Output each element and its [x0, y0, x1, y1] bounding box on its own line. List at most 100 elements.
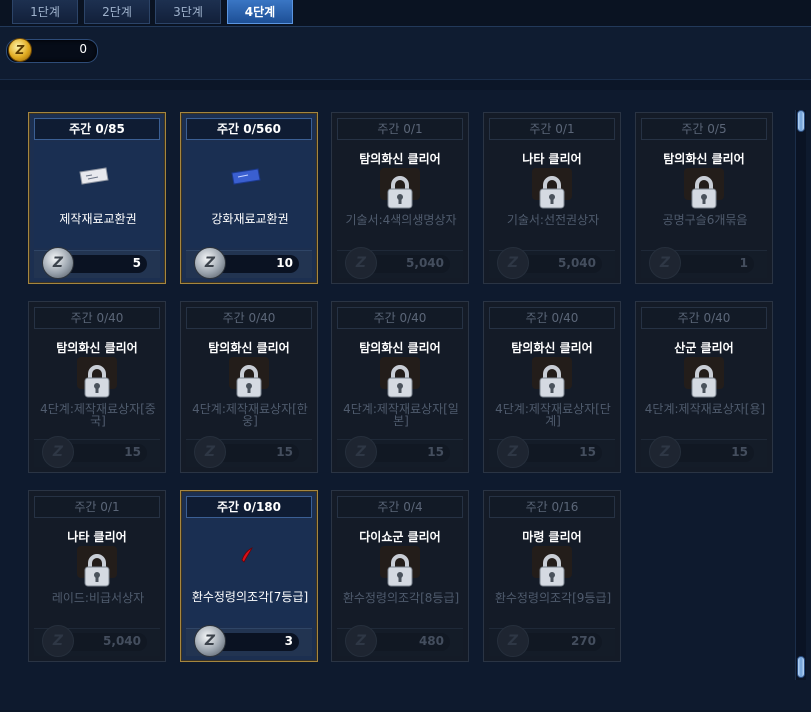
price-value: 5,040	[406, 256, 444, 270]
price-value: 15	[731, 445, 748, 459]
weekly-limit: 주간 0/5	[641, 118, 767, 140]
shop-item-card: 주간 0/5 탐의화신 클리어공명구슬6개묶음 Z 1	[635, 112, 773, 284]
silver-coin-icon: Z	[497, 436, 529, 468]
lock-icon	[387, 365, 413, 398]
unlock-condition: 다이쇼군 클리어	[359, 530, 441, 544]
weekly-limit: 주간 0/1	[337, 118, 463, 140]
item-name: 강화재료교환권	[211, 212, 289, 226]
unlock-condition: 나타 클리어	[522, 152, 582, 166]
lock-icon	[539, 554, 565, 587]
price-value: 5	[132, 256, 141, 270]
unlock-condition: 탐의화신 클리어	[359, 341, 441, 355]
item-name: 4단계:제작재료상자[중국]	[40, 402, 156, 428]
item-name: 환수정령의조각[7등급]	[191, 590, 309, 604]
silver-coin-icon: Z	[497, 247, 529, 279]
weekly-limit: 주간 0/560	[186, 118, 312, 140]
lock-icon	[84, 554, 110, 587]
shop-item-card[interactable]: 주간 0/560 강화재료교환권 Z 10	[180, 112, 318, 284]
shop-item-card[interactable]: 주간 0/180 환수정령의조각[7등급] Z 3	[180, 490, 318, 662]
item-name: 환수정령의조각[8등급]	[342, 591, 460, 605]
unlock-condition: 산군 클리어	[674, 341, 734, 355]
scrollbar[interactable]	[795, 110, 806, 680]
red-feather-icon	[241, 547, 253, 563]
gold-coin-icon: Z	[8, 38, 32, 62]
unlock-condition: 탐의화신 클리어	[511, 341, 593, 355]
item-name: 기술서:4색의생명상자	[345, 213, 457, 227]
weekly-limit: 주간 0/40	[34, 307, 160, 329]
item-name: 공명구슬6개묶음	[662, 213, 748, 227]
item-name: 4단계:제작재료상자[단계]	[495, 402, 611, 428]
price-value: 480	[418, 634, 444, 648]
price-value: 1	[739, 256, 748, 270]
shop-item-card: 주간 0/40 탐의화신 클리어 4단계:제작재료상자[한웅] Z 15	[180, 301, 318, 473]
shop-window: 1단계 2단계 3단계 4단계 Z 0 주간 0/85 제작재료교환권 Z 5 주간 0…	[0, 0, 811, 712]
price-value: 5,040	[103, 634, 141, 648]
item-name: 4단계:제작재료상자[일본]	[343, 402, 459, 428]
shop-item-card: 주간 0/4 다이쇼군 클리어환수정령의조각[8등급] Z 480	[331, 490, 469, 662]
price-value: 15	[427, 445, 444, 459]
item-name: 환수정령의조각[9등급]	[494, 591, 612, 605]
price-value: 10	[276, 256, 293, 270]
tab-bar: 1단계 2단계 3단계 4단계	[0, 0, 811, 26]
silver-coin-icon: Z	[42, 247, 74, 279]
tab-stage-2[interactable]: 2단계	[84, 0, 150, 24]
currency-value: 0	[79, 42, 87, 56]
price-value: 3	[284, 634, 293, 648]
silver-coin-icon: Z	[42, 436, 74, 468]
silver-coin-icon: Z	[42, 625, 74, 657]
shop-item-card: 주간 0/40 탐의화신 클리어 4단계:제작재료상자[단계] Z 15	[483, 301, 621, 473]
weekly-limit: 주간 0/180	[186, 496, 312, 518]
silver-coin-icon: Z	[497, 625, 529, 657]
weekly-limit: 주간 0/40	[641, 307, 767, 329]
silver-coin-icon: Z	[649, 247, 681, 279]
currency-bar	[0, 26, 811, 80]
weekly-limit: 주간 0/40	[489, 307, 615, 329]
item-name: 4단계:제작재료상자[한웅]	[192, 402, 308, 428]
shop-item-card: 주간 0/40 탐의화신 클리어 4단계:제작재료상자[일본] Z 15	[331, 301, 469, 473]
lock-icon	[387, 176, 413, 209]
silver-coin-icon: Z	[194, 625, 226, 657]
tab-stage-3[interactable]: 3단계	[155, 0, 221, 24]
item-name: 레이드:비급서상자	[51, 591, 145, 605]
lock-icon	[236, 365, 262, 398]
shop-item-card: 주간 0/1 나타 클리어레이드:비급서상자 Z 5,040	[28, 490, 166, 662]
silver-coin-icon: Z	[345, 436, 377, 468]
lock-icon	[539, 176, 565, 209]
unlock-condition: 나타 클리어	[67, 530, 127, 544]
price-value: 15	[124, 445, 141, 459]
shop-item-card: 주간 0/1 탐의화신 클리어기술서:4색의생명상자 Z 5,040	[331, 112, 469, 284]
weekly-limit: 주간 0/1	[34, 496, 160, 518]
lock-icon	[691, 365, 717, 398]
silver-coin-icon: Z	[194, 247, 226, 279]
silver-coin-icon: Z	[345, 247, 377, 279]
weekly-limit: 주간 0/16	[489, 496, 615, 518]
price-value: 270	[570, 634, 596, 648]
shop-item-card: 주간 0/1 나타 클리어기술서:선전권상자 Z 5,040	[483, 112, 621, 284]
blue-ticket-icon	[231, 168, 261, 185]
weekly-limit: 주간 0/40	[337, 307, 463, 329]
price-value: 15	[276, 445, 293, 459]
unlock-condition: 탐의화신 클리어	[663, 152, 745, 166]
tab-stage-1[interactable]: 1단계	[12, 0, 78, 24]
shop-item-card: 주간 0/16 마령 클리어 환수정령의조각[9등급] Z 270	[483, 490, 621, 662]
lock-icon	[539, 365, 565, 398]
silver-coin-icon: Z	[649, 436, 681, 468]
tab-stage-4[interactable]: 4단계	[227, 0, 293, 24]
price-value: 5,040	[558, 256, 596, 270]
item-name: 기술서:선전권상자	[506, 213, 600, 227]
silver-coin-icon: Z	[345, 625, 377, 657]
weekly-limit: 주간 0/40	[186, 307, 312, 329]
weekly-limit: 주간 0/85	[34, 118, 160, 140]
shop-item-card[interactable]: 주간 0/85 제작재료교환권 Z 5	[28, 112, 166, 284]
weekly-limit: 주간 0/1	[489, 118, 615, 140]
price-value: 15	[579, 445, 596, 459]
lock-icon	[691, 176, 717, 209]
item-name: 제작재료교환권	[59, 212, 137, 226]
lock-icon	[387, 554, 413, 587]
lock-icon	[84, 365, 110, 398]
item-name: 4단계:제작재료상자[용]	[644, 402, 766, 416]
unlock-condition: 탐의화신 클리어	[359, 152, 441, 166]
scroll-up-thumb[interactable]	[797, 110, 805, 132]
scroll-down-thumb[interactable]	[797, 656, 805, 678]
weekly-limit: 주간 0/4	[337, 496, 463, 518]
